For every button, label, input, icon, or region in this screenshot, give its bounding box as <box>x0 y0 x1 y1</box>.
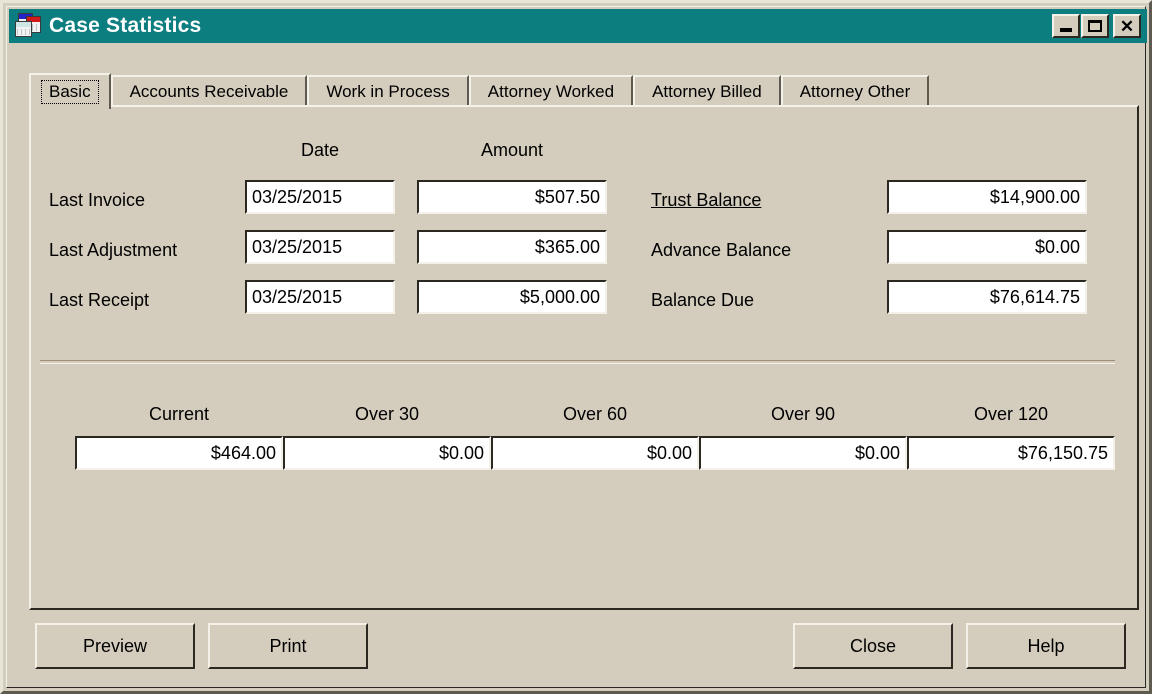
tab-page-basic: Date Amount Last Invoice 03/25/2015 $507… <box>29 105 1139 610</box>
last-invoice-amount-field[interactable]: $507.50 <box>417 180 607 214</box>
advance-balance-field[interactable]: $0.00 <box>887 230 1087 264</box>
tab-attorney-worked[interactable]: Attorney Worked <box>468 75 634 107</box>
aging-header-over-30: Over 30 <box>354 404 420 424</box>
column-header-date: Date <box>300 140 340 160</box>
aging-field-current[interactable]: $464.00 <box>75 436 283 470</box>
aging-field-over-30[interactable]: $0.00 <box>283 436 491 470</box>
tab-work-in-process-label: Work in Process <box>326 82 450 101</box>
maximize-button[interactable] <box>1081 14 1109 38</box>
minimize-button[interactable] <box>1052 14 1080 38</box>
aging-field-over-90[interactable]: $0.00 <box>699 436 907 470</box>
window-title: Case Statistics <box>49 14 202 37</box>
close-icon: ✕ <box>1119 16 1135 36</box>
close-button[interactable]: ✕ <box>1113 14 1141 38</box>
tab-attorney-billed-label: Attorney Billed <box>652 82 762 101</box>
last-adjustment-date-field[interactable]: 03/25/2015 <box>245 230 395 264</box>
row-label-last-invoice: Last Invoice <box>49 190 146 210</box>
aging-field-over-120[interactable]: $76,150.75 <box>907 436 1115 470</box>
tab-strip: Basic Accounts Receivable Work in Proces… <box>29 73 1139 109</box>
balance-label-trust-balance[interactable]: Trust Balance <box>651 190 761 211</box>
last-receipt-date-field[interactable]: 03/25/2015 <box>245 280 395 314</box>
aging-header-over-60: Over 60 <box>562 404 628 424</box>
title-bar[interactable]: Case Statistics ✕ <box>9 9 1147 43</box>
tab-attorney-billed[interactable]: Attorney Billed <box>633 75 781 107</box>
balance-label-balance-due: Balance Due <box>651 290 755 310</box>
window-controls: ✕ <box>1052 14 1142 38</box>
row-label-last-receipt: Last Receipt <box>49 290 150 310</box>
close-footer-button[interactable]: Close <box>793 623 953 669</box>
row-label-last-adjustment: Last Adjustment <box>49 240 178 260</box>
trust-balance-field[interactable]: $14,900.00 <box>887 180 1087 214</box>
tab-attorney-other[interactable]: Attorney Other <box>780 75 930 107</box>
column-header-amount: Amount <box>480 140 544 160</box>
section-divider <box>40 360 1115 364</box>
last-invoice-date-field[interactable]: 03/25/2015 <box>245 180 395 214</box>
tab-basic-label: Basic <box>41 80 99 104</box>
balance-due-field[interactable]: $76,614.75 <box>887 280 1087 314</box>
aging-field-over-60[interactable]: $0.00 <box>491 436 699 470</box>
aging-header-over-120: Over 120 <box>973 404 1049 424</box>
tab-attorney-other-label: Attorney Other <box>799 82 911 101</box>
app-root: Case Statistics ✕ Basic Accounts Receiva <box>0 0 1152 694</box>
last-adjustment-amount-field[interactable]: $365.00 <box>417 230 607 264</box>
tab-attorney-worked-label: Attorney Worked <box>487 82 615 101</box>
tab-basic[interactable]: Basic <box>29 73 111 109</box>
tab-accounts-receivable[interactable]: Accounts Receivable <box>110 75 308 107</box>
tab-accounts-receivable-label: Accounts Receivable <box>129 82 289 101</box>
reports-documents-icon <box>13 13 43 39</box>
case-statistics-window: Case Statistics ✕ Basic Accounts Receiva <box>0 0 1152 694</box>
preview-button[interactable]: Preview <box>35 623 195 669</box>
last-receipt-amount-field[interactable]: $5,000.00 <box>417 280 607 314</box>
aging-header-over-90: Over 90 <box>770 404 836 424</box>
tab-work-in-process[interactable]: Work in Process <box>307 75 469 107</box>
help-button[interactable]: Help <box>966 623 1126 669</box>
balance-label-advance-balance: Advance Balance <box>651 240 792 260</box>
aging-header-current: Current <box>148 404 210 424</box>
print-button[interactable]: Print <box>208 623 368 669</box>
